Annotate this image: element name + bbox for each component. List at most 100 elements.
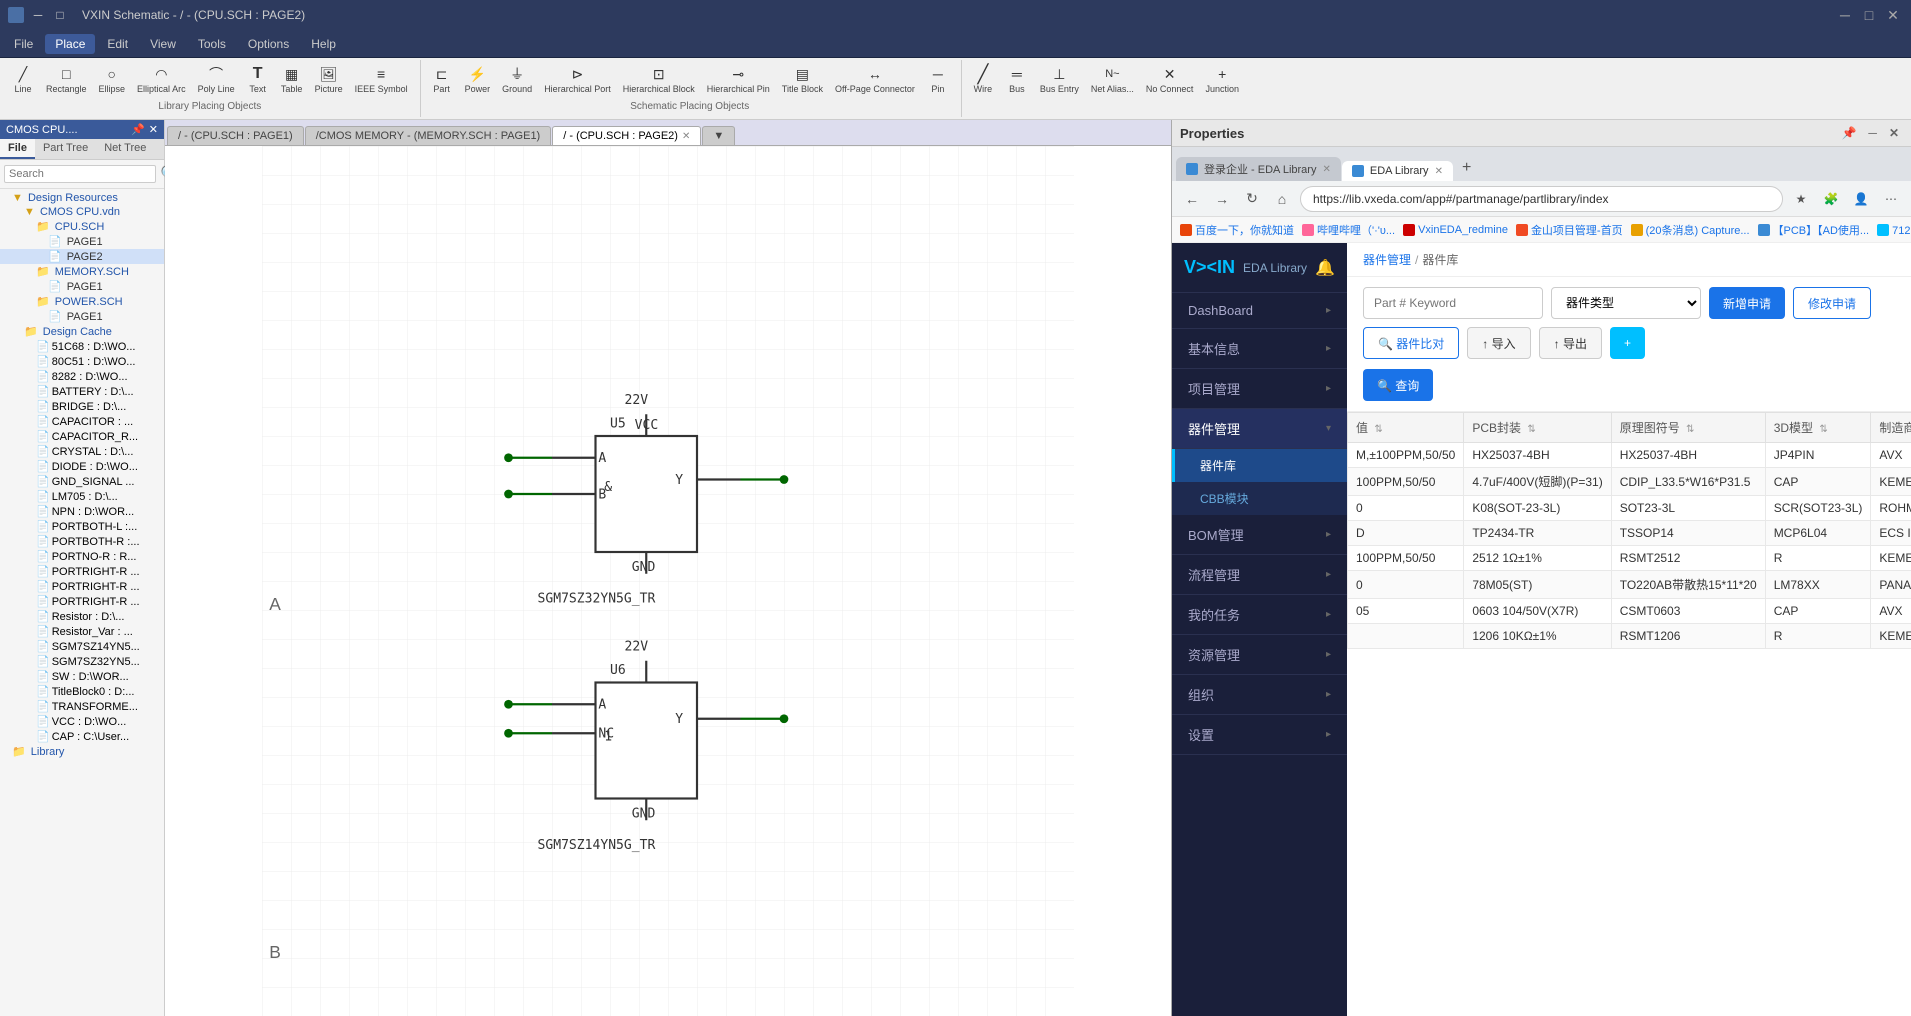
tree-memory-sch[interactable]: 📁 MEMORY.SCH [0,264,164,279]
tree-51c68[interactable]: 📄51C68 : D:\WO... [0,339,164,354]
breadcrumb-root[interactable]: 器件管理 [1363,251,1411,268]
tree-portright-r3[interactable]: 📄PORTRIGHT-R ... [0,594,164,609]
tree-design-cache[interactable]: 📁 Design Cache [0,324,164,339]
tool-junction[interactable]: + Junction [1201,62,1243,97]
bookmark-capture[interactable]: (20条消息) Capture... [1631,222,1750,238]
browser-tab-eda-close[interactable]: ✕ [1435,166,1443,177]
tool-hierarchical-pin[interactable]: ⊸ Hierarchical Pin [703,62,774,97]
tree-page1-mem[interactable]: 📄 PAGE1 [0,279,164,294]
tool-off-page-connector[interactable]: ↔ Off-Page Connector [831,62,919,97]
tree-sgm7sz14[interactable]: 📄SGM7SZ14YN5... [0,639,164,654]
nav-settings-btn[interactable]: ⋯ [1879,187,1903,211]
tree-sw[interactable]: 📄SW : D:\WOR... [0,669,164,684]
menu-edit[interactable]: Edit [97,34,138,54]
tree-bridge[interactable]: 📄BRIDGE : D:\... [0,399,164,414]
tool-part[interactable]: ⊏ Part [427,62,457,97]
tool-bus[interactable]: ═ Bus [1002,62,1032,97]
title-bar-controls-restore[interactable]: □ [52,7,68,23]
nav-my-tasks[interactable]: 我的任务 ▸ [1172,595,1347,635]
address-bar[interactable] [1300,186,1783,212]
th-3d-model[interactable]: 3D模型 ⇅ [1765,413,1871,443]
nav-refresh-btn[interactable]: ↻ [1240,187,1264,211]
nav-part-mgmt[interactable]: 器件管理 ▾ [1172,409,1347,449]
tool-bus-entry[interactable]: ⊥ Bus Entry [1036,62,1083,97]
tree-battery[interactable]: 📄BATTERY : D:\... [0,384,164,399]
nav-home-btn[interactable]: ⌂ [1270,187,1294,211]
nav-dashboard[interactable]: DashBoard ▸ [1172,293,1347,329]
tree-lm705[interactable]: 📄LM705 : D:\... [0,489,164,504]
left-panel-close[interactable]: ✕ [149,123,158,136]
tree-resistor[interactable]: 📄Resistor : D:\... [0,609,164,624]
tree-80c51[interactable]: 📄80C51 : D:\WO... [0,354,164,369]
nav-cbb-module[interactable]: CBB模块 [1172,482,1347,515]
export-btn[interactable]: ↑ 导出 [1539,327,1602,359]
tree-cap[interactable]: 📄CAP : C:\User... [0,729,164,744]
tree-resistor-var[interactable]: 📄Resistor_Var : ... [0,624,164,639]
maximize-button[interactable]: □ [1859,5,1879,25]
tool-table[interactable]: ▦ Table [277,62,307,97]
tool-ground[interactable]: ⏚ Ground [498,62,536,97]
tool-no-connect[interactable]: ✕ No Connect [1142,62,1198,97]
new-apply-btn[interactable]: 新增申请 [1709,287,1785,319]
browser-tab-eda[interactable]: EDA Library ✕ [1342,161,1453,181]
bookmark-712-demo[interactable]: 712-Demo-登录企... [1877,222,1911,238]
bookmark-bilibili[interactable]: 哔哩哔哩（'·'υ... [1302,222,1395,238]
tool-text[interactable]: T Text [243,62,273,97]
tree-vcc[interactable]: 📄VCC : D:\WO... [0,714,164,729]
browser-tab-login-close[interactable]: ✕ [1322,164,1330,175]
nav-back-btn[interactable]: ← [1180,187,1204,211]
tool-wire[interactable]: ╱ Wire [968,62,998,97]
minimize-button[interactable]: ─ [1835,5,1855,25]
th-value[interactable]: 值 ⇅ [1348,413,1464,443]
tree-portboth-l[interactable]: 📄PORTBOTH-L :... [0,519,164,534]
tree-page1-cpu[interactable]: 📄 PAGE1 [0,234,164,249]
tool-ellipse[interactable]: ○ Ellipse [95,62,130,97]
tool-elliptical-arc[interactable]: ◠ Elliptical Arc [133,62,190,97]
tool-rectangle[interactable]: □ Rectangle [42,62,91,97]
tool-hierarchical-port[interactable]: ⊳ Hierarchical Port [540,62,615,97]
tree-npn[interactable]: 📄NPN : D:\WOR... [0,504,164,519]
tree-portno-r[interactable]: 📄PORTNO-R : R... [0,549,164,564]
menu-help[interactable]: Help [301,34,346,54]
tree-diode[interactable]: 📄DIODE : D:\WO... [0,459,164,474]
tool-poly-line[interactable]: ⌒ Poly Line [194,62,239,97]
bookmark-pcb[interactable]: 【PCB】【AD使用... [1758,222,1870,238]
rp-pin-btn[interactable]: 📌 [1837,124,1860,142]
title-bar-controls-minimize[interactable]: ─ [30,7,46,23]
menu-place[interactable]: Place [45,34,95,54]
bookmark-jinshan[interactable]: 金山项目管理-首页 [1516,222,1623,238]
tool-title-block[interactable]: ▤ Title Block [778,62,827,97]
tree-design-resources[interactable]: ▼ Design Resources [0,191,164,205]
rp-close-btn[interactable]: ✕ [1885,124,1903,142]
nav-bookmark-btn[interactable]: ★ [1789,187,1813,211]
nav-bom-mgmt[interactable]: BOM管理 ▸ [1172,515,1347,555]
tool-ieee-symbol[interactable]: ≡ IEEE Symbol [351,62,412,97]
nav-basic-info[interactable]: 基本信息 ▸ [1172,329,1347,369]
close-button[interactable]: ✕ [1883,5,1903,25]
tree-portright-r2[interactable]: 📄PORTRIGHT-R ... [0,579,164,594]
eda-table-area[interactable]: 值 ⇅ PCB封装 ⇅ 原理图符号 ⇅ 3D模型 ⇅ 制造商 ⇅ 操作 [1347,412,1911,1016]
tool-picture[interactable]: 🖼 Picture [311,62,347,97]
tree-transformer[interactable]: 📄TRANSFORME... [0,699,164,714]
tab-dropdown[interactable]: ▼ [702,126,735,145]
nav-part-library[interactable]: 器件库 [1172,449,1347,482]
tree-cmos-cpu[interactable]: ▼ CMOS CPU.vdn [0,205,164,219]
nav-flow-mgmt[interactable]: 流程管理 ▸ [1172,555,1347,595]
tree-cpu-sch[interactable]: 📁 CPU.SCH [0,219,164,234]
search-input[interactable] [4,165,156,183]
menu-tools[interactable]: Tools [188,34,236,54]
tab-cpu-page2[interactable]: / - (CPU.SCH : PAGE2) ✕ [552,126,701,145]
bookmark-vxin-redmine[interactable]: VxinEDA_redmine [1403,224,1508,236]
part-keyword-input[interactable] [1363,287,1543,319]
tree-capacitor[interactable]: 📄CAPACITOR : ... [0,414,164,429]
tab-close-icon[interactable]: ✕ [682,131,690,142]
tool-net-alias[interactable]: N~ Net Alias... [1087,62,1138,97]
tool-line[interactable]: ╱ Line [8,62,38,97]
bookmark-baidu[interactable]: 百度一下，你就知道 [1180,222,1294,238]
tree-titleblock0[interactable]: 📄TitleBlock0 : D:... [0,684,164,699]
nav-forward-btn[interactable]: → [1210,187,1234,211]
tree-portright-r1[interactable]: 📄PORTRIGHT-R ... [0,564,164,579]
nav-extensions-btn[interactable]: 🧩 [1819,187,1843,211]
tree-capacitor-r[interactable]: 📄CAPACITOR_R... [0,429,164,444]
th-schematic-symbol[interactable]: 原理图符号 ⇅ [1611,413,1765,443]
